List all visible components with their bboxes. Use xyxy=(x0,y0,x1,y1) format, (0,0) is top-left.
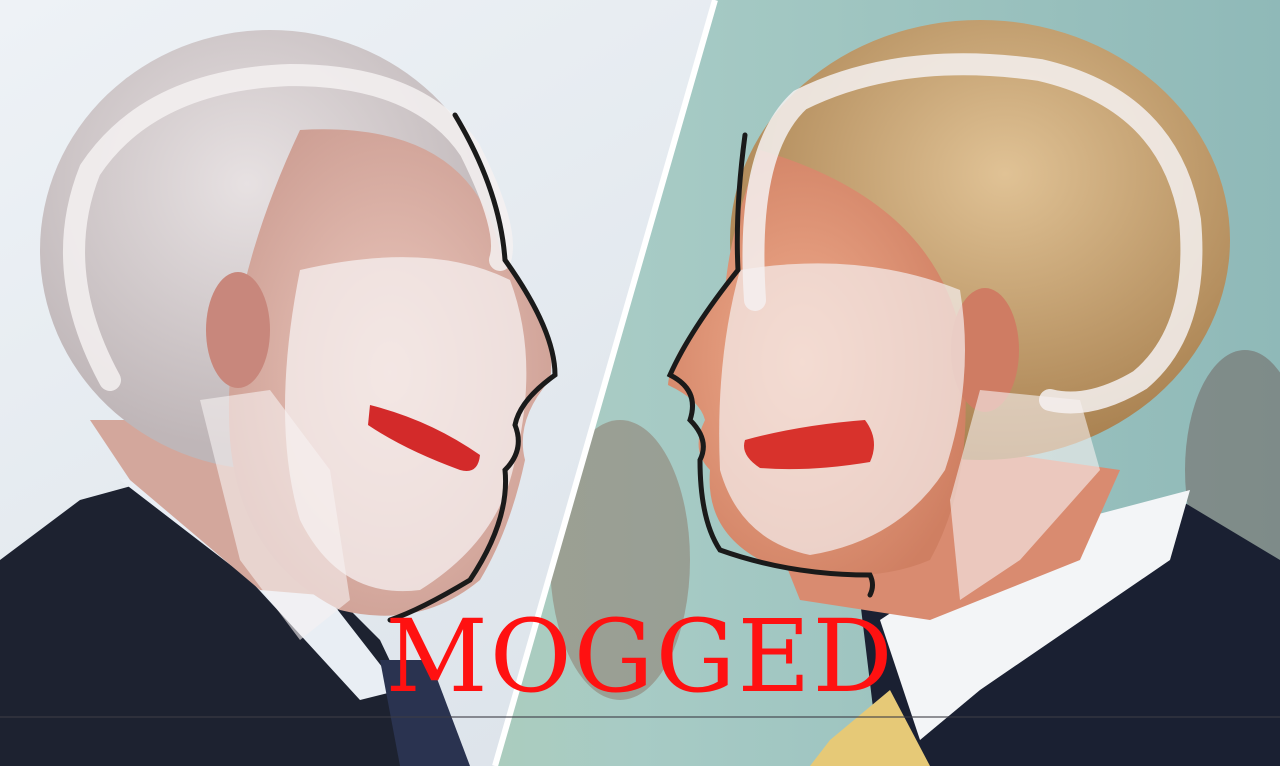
left-ear xyxy=(206,272,270,388)
mogged-caption: MOGGED xyxy=(385,598,895,715)
bottom-rule xyxy=(0,716,1280,718)
meme-image: MOGGED xyxy=(0,0,1280,766)
